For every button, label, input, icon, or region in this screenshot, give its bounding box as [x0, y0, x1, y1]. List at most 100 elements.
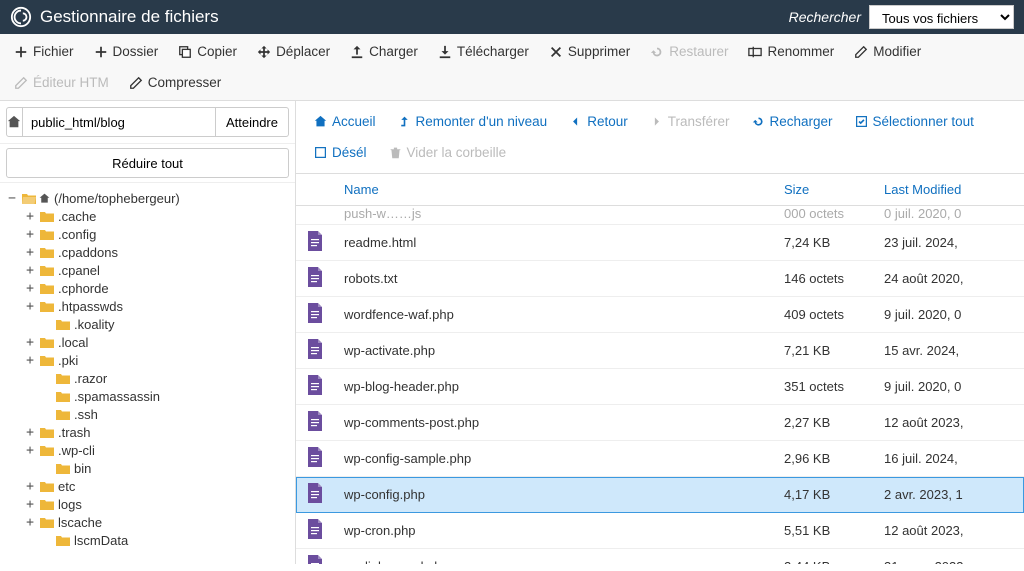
file-date: 12 août 2023,: [874, 405, 1024, 441]
download-button[interactable]: Télécharger: [428, 36, 539, 67]
tree-node[interactable]: lscmData: [4, 531, 291, 549]
tree-label: etc: [58, 479, 75, 494]
tree-toggle[interactable]: [40, 317, 52, 332]
folder-tree[interactable]: −(/home/tophebergeur)+.cache+.config+.cp…: [0, 183, 295, 564]
file-table-container[interactable]: Name Size Last Modified push-w……js000 oc…: [296, 174, 1024, 564]
deselect-button[interactable]: Désél: [304, 138, 377, 167]
tree-toggle[interactable]: +: [24, 443, 36, 458]
tree-node[interactable]: +.cphorde: [4, 279, 291, 297]
move-button[interactable]: Déplacer: [247, 36, 340, 67]
tree-toggle[interactable]: +: [24, 227, 36, 242]
reload-button[interactable]: Recharger: [742, 107, 843, 136]
table-row[interactable]: robots.txt146 octets24 août 2020,: [296, 261, 1024, 297]
document-icon: [306, 483, 324, 503]
rename-button[interactable]: Renommer: [738, 36, 844, 67]
tree-root[interactable]: −(/home/tophebergeur): [4, 189, 291, 207]
table-row[interactable]: wp-comments-post.php2,27 KB12 août 2023,: [296, 405, 1024, 441]
copy-button[interactable]: Copier: [168, 36, 247, 67]
table-row[interactable]: wp-blog-header.php351 octets9 juil. 2020…: [296, 369, 1024, 405]
tree-node[interactable]: +.cpaddons: [4, 243, 291, 261]
file-size: 351 octets: [774, 369, 874, 405]
tree-toggle[interactable]: +: [24, 209, 36, 224]
tree-label: .trash: [58, 425, 91, 440]
tree-toggle[interactable]: [40, 407, 52, 422]
tree-toggle[interactable]: +: [24, 497, 36, 512]
file-name: wp-config.php: [334, 477, 774, 513]
path-input[interactable]: [23, 107, 215, 137]
nav-home-button[interactable]: Accueil: [304, 107, 386, 136]
tree-toggle[interactable]: −: [6, 191, 18, 206]
table-row[interactable]: push-w……js000 octets0 juil. 2020, 0: [296, 206, 1024, 225]
left-panel: Atteindre Réduire tout −(/home/topheberg…: [0, 101, 296, 564]
tree-node[interactable]: + .trash: [4, 423, 291, 441]
nav-back-button[interactable]: Retour: [559, 107, 638, 136]
home-icon: [7, 115, 21, 129]
upload-button[interactable]: Charger: [340, 36, 428, 67]
tree-node[interactable]: +.cache: [4, 207, 291, 225]
empty-trash-button: Vider la corbeille: [379, 138, 517, 167]
tree-node[interactable]: .ssh: [4, 405, 291, 423]
collapse-all-button[interactable]: Réduire tout: [6, 148, 289, 178]
tree-node[interactable]: .spamassassin: [4, 387, 291, 405]
file-date: 24 août 2020,: [874, 261, 1024, 297]
nav-up-button[interactable]: Remonter d'un niveau: [388, 107, 558, 136]
table-row[interactable]: wp-activate.php7,21 KB15 avr. 2024,: [296, 333, 1024, 369]
tree-toggle[interactable]: +: [24, 281, 36, 296]
home-icon: [314, 115, 327, 128]
home-button[interactable]: [6, 107, 23, 137]
tree-node[interactable]: +.local: [4, 333, 291, 351]
tree-toggle[interactable]: [40, 461, 52, 476]
tree-node[interactable]: .razor: [4, 369, 291, 387]
file-size: 7,21 KB: [774, 333, 874, 369]
delete-button[interactable]: Supprimer: [539, 36, 640, 67]
file-size: 5,51 KB: [774, 513, 874, 549]
folder-icon: [39, 354, 55, 367]
tree-node[interactable]: +.cpanel: [4, 261, 291, 279]
folder-icon: [39, 336, 55, 349]
go-button[interactable]: Atteindre: [215, 107, 289, 137]
document-icon: [306, 267, 324, 287]
tree-node[interactable]: +lscache: [4, 513, 291, 531]
compress-button[interactable]: Compresser: [119, 67, 232, 98]
col-size-header[interactable]: Size: [774, 174, 874, 206]
table-row[interactable]: wordfence-waf.php409 octets9 juil. 2020,…: [296, 297, 1024, 333]
tree-toggle[interactable]: +: [24, 479, 36, 494]
folder-button[interactable]: Dossier: [84, 36, 169, 67]
edit-button[interactable]: Modifier: [844, 36, 931, 67]
search-scope-select[interactable]: Tous vos fichiers: [869, 5, 1014, 29]
table-row[interactable]: wp-config.php4,17 KB2 avr. 2023, 1: [296, 477, 1024, 513]
col-name-header[interactable]: Name: [334, 174, 774, 206]
tree-toggle[interactable]: [40, 533, 52, 548]
tree-node[interactable]: bin: [4, 459, 291, 477]
tree-toggle[interactable]: [40, 389, 52, 404]
file-size: 7,24 KB: [774, 225, 874, 261]
tree-toggle[interactable]: +: [24, 353, 36, 368]
table-row[interactable]: wp-config-sample.php2,96 KB16 juil. 2024…: [296, 441, 1024, 477]
tree-node[interactable]: + etc: [4, 477, 291, 495]
tree-node[interactable]: +.pki: [4, 351, 291, 369]
select-all-button[interactable]: Sélectionner tout: [845, 107, 984, 136]
tree-toggle[interactable]: +: [24, 263, 36, 278]
folder-icon: [39, 426, 55, 439]
tree-node[interactable]: +.htpasswds: [4, 297, 291, 315]
tree-toggle[interactable]: +: [24, 245, 36, 260]
tree-toggle[interactable]: +: [24, 335, 36, 350]
table-row[interactable]: wp-links-opml.php2,44 KB31 mars 2023: [296, 549, 1024, 565]
tree-toggle[interactable]: +: [24, 299, 36, 314]
table-row[interactable]: wp-cron.php5,51 KB12 août 2023,: [296, 513, 1024, 549]
table-row[interactable]: readme.html7,24 KB23 juil. 2024,: [296, 225, 1024, 261]
arrow-right-icon: [650, 115, 663, 128]
tree-label: bin: [74, 461, 91, 476]
tree-toggle[interactable]: [40, 371, 52, 386]
tree-node[interactable]: .koality: [4, 315, 291, 333]
tree-node[interactable]: +logs: [4, 495, 291, 513]
tree-toggle[interactable]: +: [24, 425, 36, 440]
tree-node[interactable]: +.wp-cli: [4, 441, 291, 459]
file-name: wp-links-opml.php: [334, 549, 774, 565]
tree-node[interactable]: +.config: [4, 225, 291, 243]
file-date: 23 juil. 2024,: [874, 225, 1024, 261]
col-modified-header[interactable]: Last Modified: [874, 174, 1024, 206]
folder-icon: [39, 444, 55, 457]
tree-toggle[interactable]: +: [24, 515, 36, 530]
file-button[interactable]: Fichier: [4, 36, 84, 67]
